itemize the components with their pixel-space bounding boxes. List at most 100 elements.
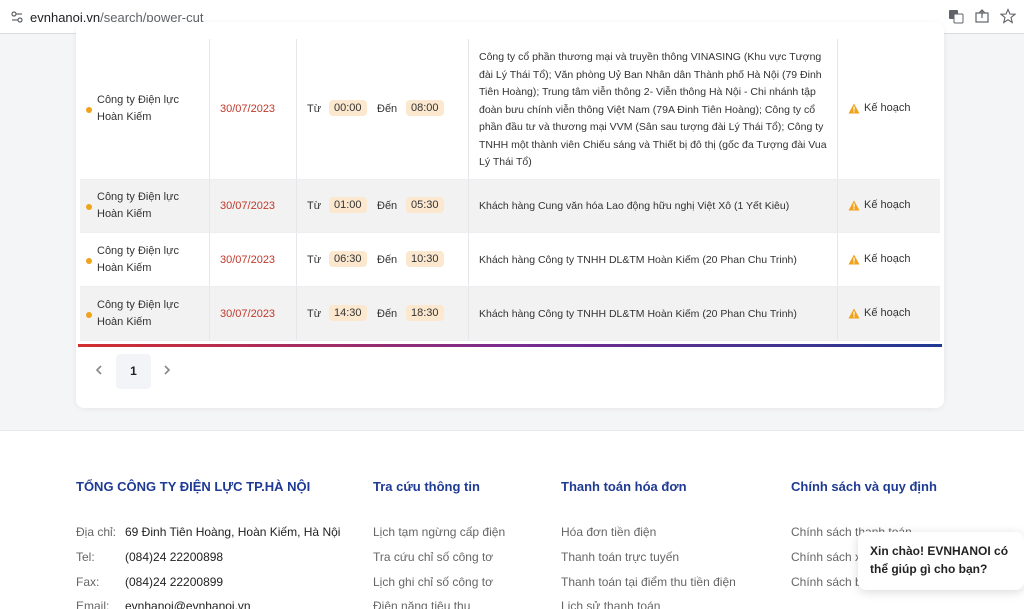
status-text: Kế hoạch [864, 199, 911, 211]
translate-icon[interactable] [948, 8, 964, 24]
status-badge: Kế hoạch [848, 102, 910, 114]
date-text: 30/07/2023 [220, 103, 276, 115]
description-text: Khách hàng Công ty TNHH DL&TM Hoàn Kiếm … [479, 254, 797, 266]
date-text: 30/07/2023 [220, 200, 276, 212]
description-cell: Khách hàng Cung văn hóa Lao động hữu ngh… [469, 180, 838, 232]
chevron-right-icon[interactable] [160, 363, 174, 377]
tel-value: (084)24 22200898 [125, 550, 224, 564]
time-cell: Từ 00:00 Đến 08:00 [297, 39, 469, 179]
description-text: Khách hàng Công ty TNHH DL&TM Hoàn Kiếm … [479, 308, 797, 320]
chat-greeting-bubble[interactable]: Xin chào! EVNHANOI có thể giúp gì cho bạ… [858, 532, 1024, 590]
status-badge: Kế hoạch [848, 199, 910, 211]
date-text: 30/07/2023 [220, 254, 276, 266]
email-label: Email: [76, 599, 110, 609]
status-badge: Kế hoạch [848, 253, 910, 265]
status-text: Kế hoạch [864, 102, 911, 114]
footer-link[interactable]: Chính sách b [791, 575, 862, 589]
from-label: Từ [307, 254, 322, 266]
time-cell: Từ 06:30 Đến 10:30 [297, 233, 469, 286]
unit-name: Công ty Điện lực Hoàn Kiếm [97, 299, 179, 328]
footer-company-name: TỔNG CÔNG TY ĐIỆN LỰC TP.HÀ NỘI [76, 479, 311, 494]
status-cell: Kế hoạch [838, 39, 940, 179]
to-time: 05:30 [406, 197, 444, 213]
warning-icon [848, 200, 860, 210]
status-dot [86, 312, 92, 318]
to-label: Đến [377, 200, 398, 212]
table-row: Công ty Điện lực Hoàn Kiếm 30/07/2023 Từ… [80, 180, 940, 233]
address-value: 69 Đinh Tiên Hoàng, Hoàn Kiếm, Hà Nội [125, 525, 341, 539]
footer-col-lookup-title: Tra cứu thông tin [373, 479, 480, 494]
footer-link[interactable]: Chính sách x [791, 550, 861, 564]
status-dot [86, 107, 92, 113]
power-cut-results-card: Công ty Điện lực Hoàn Kiếm 30/07/2023 Từ… [76, 22, 944, 408]
date-text: 30/07/2023 [220, 308, 276, 320]
email-link[interactable]: evnhanoi@evnhanoi.vn [125, 599, 251, 609]
warning-icon [848, 103, 860, 113]
from-time: 00:00 [329, 100, 367, 116]
footer-col-payment-title: Thanh toán hóa đơn [561, 479, 687, 494]
to-time: 08:00 [406, 100, 444, 116]
table-row: Công ty Điện lực Hoàn Kiếm 30/07/2023 Từ… [80, 39, 940, 180]
unit-cell: Công ty Điện lực Hoàn Kiếm [80, 287, 210, 340]
description-text: Công ty cổ phần thương mại và truyền thô… [479, 51, 827, 168]
description-cell: Công ty cổ phần thương mại và truyền thô… [469, 39, 838, 179]
description-text: Khách hàng Cung văn hóa Lao động hữu ngh… [479, 200, 790, 212]
unit-name: Công ty Điện lực Hoàn Kiếm [97, 94, 179, 123]
warning-icon [848, 254, 860, 264]
footer-link[interactable]: Điện năng tiêu thụ [373, 599, 470, 609]
pagination: 1 [76, 352, 944, 392]
to-label: Đến [377, 254, 398, 266]
status-text: Kế hoạch [864, 253, 911, 265]
share-icon[interactable] [974, 8, 990, 24]
date-cell: 30/07/2023 [210, 39, 297, 179]
table-row: Công ty Điện lực Hoàn Kiếm 30/07/2023 Từ… [80, 233, 940, 287]
bookmark-star-icon[interactable] [999, 8, 1017, 24]
footer-link[interactable]: Thanh toán tại điểm thu tiền điện [561, 575, 736, 589]
date-cell: 30/07/2023 [210, 180, 297, 232]
status-dot [86, 258, 92, 264]
date-cell: 30/07/2023 [210, 233, 297, 286]
status-dot [86, 204, 92, 210]
from-label: Từ [307, 200, 322, 212]
status-text: Kế hoạch [864, 307, 911, 319]
status-badge: Kế hoạch [848, 307, 910, 319]
unit-cell: Công ty Điện lực Hoàn Kiếm [80, 39, 210, 179]
from-label: Từ [307, 308, 322, 320]
unit-cell: Công ty Điện lực Hoàn Kiếm [80, 180, 210, 232]
page-button-current[interactable]: 1 [116, 354, 151, 389]
table-row: Công ty Điện lực Hoàn Kiếm 30/07/2023 Từ… [80, 287, 940, 341]
footer-address: Địa chỉ: 69 Đinh Tiên Hoàng, Hoàn Kiếm, H… [76, 525, 340, 539]
chevron-left-icon[interactable] [92, 363, 106, 377]
description-cell: Khách hàng Công ty TNHH DL&TM Hoàn Kiếm … [469, 233, 838, 286]
warning-icon [848, 308, 860, 318]
unit-name: Công ty Điện lực Hoàn Kiếm [97, 245, 179, 274]
footer-fax: Fax: (084)24 22200899 [76, 575, 223, 589]
status-cell: Kế hoạch [838, 180, 940, 232]
footer-col-policy-title: Chính sách và quy định [791, 479, 937, 494]
from-time: 14:30 [329, 305, 367, 321]
from-label: Từ [307, 103, 322, 115]
to-time: 10:30 [406, 251, 444, 267]
footer-link[interactable]: Lịch ghi chỉ số công tơ [373, 575, 493, 589]
footer-email: Email: evnhanoi@evnhanoi.vn [76, 599, 251, 609]
unit-name: Công ty Điện lực Hoàn Kiếm [97, 191, 179, 220]
from-time: 06:30 [329, 251, 367, 267]
address-label: Địa chỉ: [76, 525, 117, 539]
status-cell: Kế hoạch [838, 233, 940, 286]
footer-link[interactable]: Lịch tạm ngừng cấp điện [373, 525, 505, 539]
fax-value: (084)24 22200899 [125, 575, 224, 589]
to-label: Đến [377, 308, 398, 320]
tel-label: Tel: [76, 550, 95, 564]
fax-label: Fax: [76, 575, 100, 589]
time-cell: Từ 14:30 Đến 18:30 [297, 287, 469, 340]
footer-link[interactable]: Hóa đơn tiền điện [561, 525, 656, 539]
unit-cell: Công ty Điện lực Hoàn Kiếm [80, 233, 210, 286]
status-cell: Kế hoạch [838, 287, 940, 340]
description-cell: Khách hàng Công ty TNHH DL&TM Hoàn Kiếm … [469, 287, 838, 340]
table-bottom-divider [78, 344, 942, 347]
footer-link[interactable]: Tra cứu chỉ số công tơ [373, 550, 493, 564]
site-info-icon[interactable] [10, 10, 24, 24]
footer-link[interactable]: Lịch sử thanh toán [561, 599, 660, 609]
date-cell: 30/07/2023 [210, 287, 297, 340]
footer-link[interactable]: Thanh toán trực tuyến [561, 550, 679, 564]
